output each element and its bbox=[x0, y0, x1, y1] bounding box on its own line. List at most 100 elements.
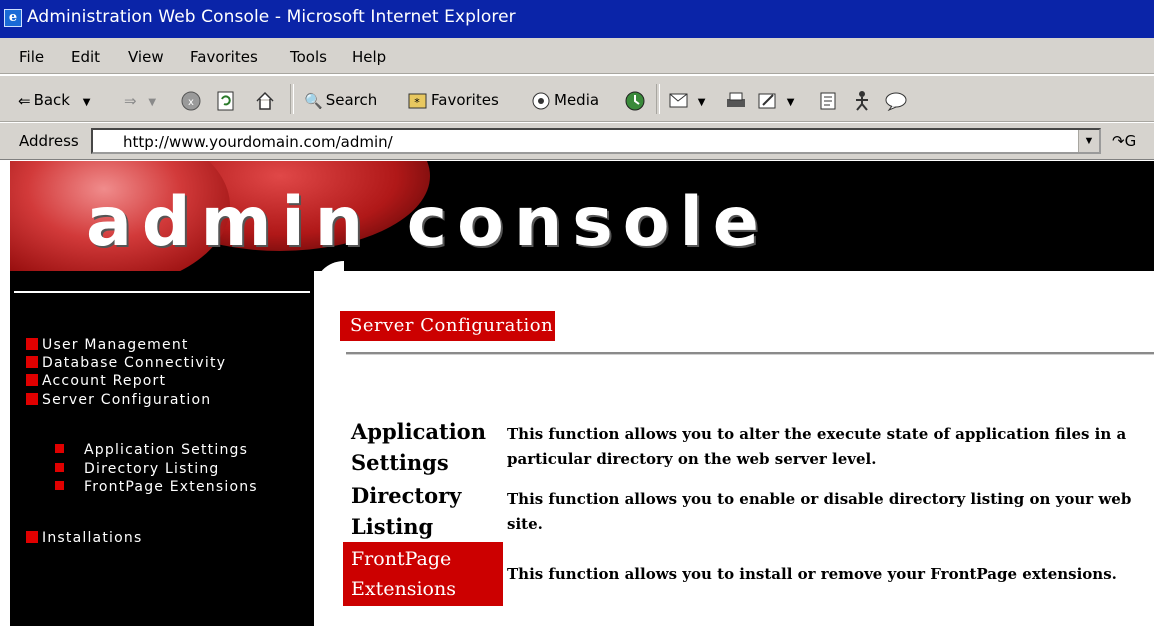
svg-text:x: x bbox=[188, 97, 194, 108]
history-icon bbox=[625, 91, 645, 110]
red-square-bullet bbox=[26, 356, 38, 368]
sidebar: User Management Database Connectivity Ac… bbox=[10, 271, 314, 626]
address-label: Address bbox=[19, 132, 79, 150]
back-label: Back bbox=[33, 91, 70, 109]
sidebar-subitem-label: Application Settings bbox=[84, 442, 249, 458]
refresh-button[interactable] bbox=[216, 89, 239, 111]
admin-console-logo: admin console bbox=[86, 183, 769, 262]
svg-text:*: * bbox=[414, 96, 420, 109]
red-square-bullet bbox=[26, 338, 38, 350]
favorites-label: Favorites bbox=[431, 91, 499, 109]
favorites-button[interactable]: * Favorites bbox=[408, 89, 499, 111]
function-name-line: Listing bbox=[351, 514, 434, 539]
menu-tools[interactable]: Tools bbox=[290, 48, 327, 66]
stop-button[interactable]: x bbox=[180, 89, 205, 111]
sidebar-item-user-management[interactable]: User Management bbox=[26, 336, 189, 354]
sidebar-item-database-connectivity[interactable]: Database Connectivity bbox=[26, 354, 226, 372]
section-title: Server Configuration bbox=[340, 311, 556, 341]
print-button[interactable] bbox=[725, 89, 750, 111]
mail-dropdown-icon[interactable]: ▼ bbox=[698, 97, 706, 108]
back-arrow-icon: ⇐ bbox=[18, 91, 31, 110]
forward-arrow-icon: ⇒ bbox=[124, 91, 137, 110]
address-dropdown-icon[interactable]: ▼ bbox=[1078, 130, 1099, 152]
media-icon bbox=[532, 92, 550, 109]
function-link-frontpage-extensions[interactable]: FrontPage Extensions bbox=[343, 542, 503, 606]
favorites-icon: * bbox=[408, 93, 427, 109]
function-description: This function allows you to install or r… bbox=[507, 565, 1117, 583]
function-name-line: Directory bbox=[351, 483, 462, 508]
sidebar-item-label: User Management bbox=[42, 337, 189, 353]
discuss-button[interactable] bbox=[818, 89, 841, 111]
edit-dropdown-icon[interactable]: ▼ bbox=[787, 97, 795, 108]
menu-view[interactable]: View bbox=[128, 48, 164, 66]
sidebar-item-account-report[interactable]: Account Report bbox=[26, 372, 166, 390]
mail-icon bbox=[669, 93, 688, 107]
standard-toolbar: ⇐ Back ▼ ⇒ ▼ x 🔍 Search * Favorites Media ▼… bbox=[0, 75, 1154, 122]
sidebar-subitem-label: Directory Listing bbox=[84, 461, 220, 477]
back-button[interactable]: ⇐ Back ▼ bbox=[18, 89, 90, 111]
function-name-line: FrontPage bbox=[351, 548, 452, 570]
menu-edit[interactable]: Edit bbox=[71, 48, 100, 66]
address-bar: Address http://www.yourdomain.com/admin/… bbox=[0, 122, 1154, 160]
function-description: This function allows you to alter the ex… bbox=[507, 425, 1127, 468]
forward-button[interactable]: ⇒ ▼ bbox=[124, 89, 156, 111]
go-arrow-icon: ↷ bbox=[1112, 132, 1125, 150]
sidebar-subitem-application-settings[interactable]: Application Settings bbox=[55, 441, 248, 459]
go-label: G bbox=[1124, 132, 1137, 150]
search-icon: 🔍 bbox=[304, 91, 323, 110]
red-square-bullet bbox=[55, 444, 64, 453]
menu-help[interactable]: Help bbox=[352, 48, 386, 66]
sidebar-item-label: Account Report bbox=[42, 373, 167, 389]
messenger-icon bbox=[856, 90, 868, 111]
address-input[interactable]: http://www.yourdomain.com/admin/ ▼ bbox=[91, 128, 1101, 154]
mail-button[interactable]: ▼ bbox=[668, 89, 705, 111]
discuss-icon bbox=[820, 92, 836, 109]
red-square-bullet bbox=[55, 463, 64, 472]
back-dropdown-icon[interactable]: ▼ bbox=[83, 97, 91, 108]
sidebar-divider bbox=[14, 291, 310, 293]
sidebar-item-installations[interactable]: Installations bbox=[26, 529, 142, 547]
page-content: admin console User Management Database C… bbox=[0, 161, 1154, 626]
window-title: Administration Web Console - Microsoft I… bbox=[27, 7, 516, 27]
address-url[interactable]: http://www.yourdomain.com/admin/ bbox=[123, 133, 393, 151]
home-button[interactable] bbox=[254, 89, 279, 111]
function-name-line: Settings bbox=[351, 450, 449, 475]
media-label: Media bbox=[554, 91, 600, 109]
go-button[interactable]: ↷G bbox=[1112, 132, 1136, 150]
menu-favorites[interactable]: Favorites bbox=[190, 48, 258, 66]
function-link-directory-listing[interactable]: Directory Listing bbox=[351, 480, 461, 542]
function-description: This function allows you to enable or di… bbox=[507, 490, 1132, 533]
red-square-bullet bbox=[55, 481, 64, 490]
stop-icon: x bbox=[181, 91, 201, 110]
red-square-bullet bbox=[26, 374, 38, 386]
section-divider bbox=[346, 352, 1154, 355]
print-icon bbox=[727, 92, 745, 107]
function-link-application-settings[interactable]: Application Settings bbox=[351, 416, 486, 478]
red-square-bullet bbox=[26, 393, 38, 405]
sidebar-item-server-configuration[interactable]: Server Configuration bbox=[26, 391, 211, 409]
menu-file[interactable]: File bbox=[19, 48, 44, 66]
search-button[interactable]: 🔍 Search bbox=[304, 89, 377, 111]
research-button[interactable] bbox=[884, 89, 911, 111]
sidebar-subitem-label: FrontPage Extensions bbox=[84, 479, 258, 495]
window-titlebar: e Administration Web Console - Microsoft… bbox=[0, 0, 1154, 38]
history-button[interactable] bbox=[624, 89, 649, 111]
sidebar-item-label: Server Configuration bbox=[42, 392, 212, 408]
header-banner: admin console bbox=[10, 161, 1154, 271]
red-square-bullet bbox=[26, 531, 38, 543]
menu-bar: File Edit View Favorites Tools Help bbox=[0, 38, 1154, 74]
sidebar-subitem-frontpage-extensions[interactable]: FrontPage Extensions bbox=[55, 478, 258, 496]
media-button[interactable]: Media bbox=[531, 89, 599, 111]
edit-button[interactable]: ▼ bbox=[757, 89, 794, 111]
refresh-icon bbox=[217, 91, 234, 110]
messenger-button[interactable] bbox=[852, 89, 875, 111]
sidebar-item-label: Database Connectivity bbox=[42, 355, 227, 371]
sidebar-item-label: Installations bbox=[42, 530, 143, 546]
sidebar-subitem-directory-listing[interactable]: Directory Listing bbox=[55, 460, 220, 478]
ie-app-icon[interactable]: e bbox=[4, 9, 22, 27]
home-icon bbox=[256, 91, 274, 110]
function-name-line: Application bbox=[351, 419, 486, 444]
toolbar-separator bbox=[290, 84, 294, 114]
forward-dropdown-icon[interactable]: ▼ bbox=[148, 97, 156, 108]
function-name-line: Extensions bbox=[351, 578, 456, 600]
